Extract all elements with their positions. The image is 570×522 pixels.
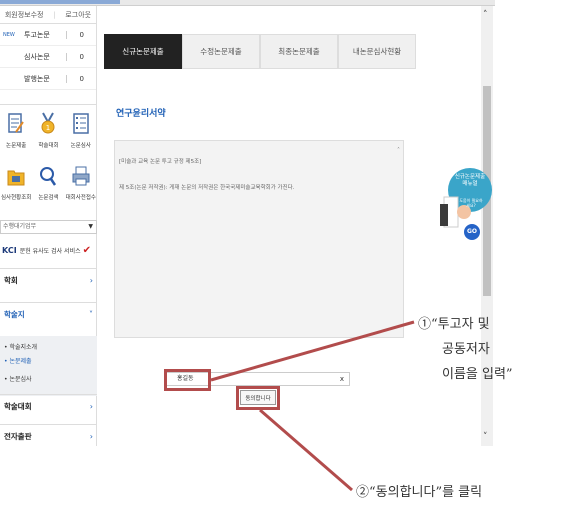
menu-journal[interactable]: 학술지 ˅: [0, 302, 97, 326]
logout-link[interactable]: 로그아웃: [65, 10, 91, 20]
count-row-submitted[interactable]: NEW 투고논문 0: [0, 24, 96, 46]
quick-review[interactable]: 논문심사: [65, 111, 97, 157]
quick-label: 학술대회: [38, 143, 59, 149]
menu-label: 학술대회: [4, 402, 32, 411]
agreement-line: 제 5조(논문 저작권): 게재 논문의 저작권은 한국국제미술교육학회가 가진…: [119, 185, 295, 191]
chevron-right-icon: ›: [89, 276, 93, 285]
banner-sub: 도움이 필요하세요?: [459, 198, 483, 208]
count-label: 투고논문: [24, 30, 50, 39]
callout-step2: ②“동의합니다”를 클릭: [356, 485, 483, 500]
go-badge: GO: [467, 228, 478, 235]
search-icon: [38, 163, 58, 189]
journal-submenu: • 학술지소개 • 논문제출 • 논문심사: [0, 336, 97, 396]
manual-banner[interactable]: 신규논문제출 매뉴얼 도움이 필요하세요? GO: [434, 152, 492, 248]
quick-preregistration[interactable]: 대회사전접수: [65, 163, 97, 209]
quick-label: 심사현황조회: [0, 195, 32, 201]
count-value: 0: [79, 74, 84, 83]
account-links: 회원정보수정 | 로그아웃: [0, 6, 96, 24]
menu-society[interactable]: 학회 ›: [0, 268, 97, 292]
medal-icon: 1: [38, 111, 58, 137]
tab-final-submission[interactable]: 최종논문제출: [260, 34, 338, 69]
quick-conference[interactable]: 1 학술대회: [32, 111, 64, 157]
quick-label: 대회사전접수: [65, 195, 96, 201]
submenu-paper-review[interactable]: • 논문심사: [4, 374, 32, 383]
quick-paper-submit[interactable]: 논문제출: [0, 111, 32, 157]
sidebar: 회원정보수정 | 로그아웃 NEW 투고논문 0 심사논문 0 발행논문 0 논…: [0, 6, 97, 446]
svg-text:1: 1: [46, 124, 50, 132]
count-row-published[interactable]: 발행논문 0: [0, 68, 96, 90]
highlight-agree-button: [236, 386, 280, 410]
menu-e-publishing[interactable]: 전자출판 ›: [0, 424, 97, 448]
count-value: 0: [79, 30, 84, 39]
submenu-journal-intro[interactable]: • 학술지소개: [4, 342, 37, 351]
edit-profile-link[interactable]: 회원정보수정: [5, 10, 44, 20]
submission-tabs: 신규논문제출 수정논문제출 최종논문제출 내논문심사현황: [104, 34, 416, 69]
quick-label: 논문심사: [70, 143, 91, 149]
kci-similarity-service[interactable]: KCI 문헌 유사도 검사 서비스 ✔: [2, 242, 94, 258]
count-label: 발행논문: [24, 74, 50, 83]
kci-label: 문헌 유사도 검사 서비스: [19, 247, 81, 255]
menu-conference[interactable]: 학술대회 ›: [0, 394, 97, 418]
tab-revised-submission[interactable]: 수정논문제출: [182, 34, 260, 69]
menu-label: 학회: [4, 276, 18, 285]
task-select[interactable]: 수행대기업무 ▼: [0, 220, 97, 234]
screenshot: 회원정보수정 | 로그아웃 NEW 투고논문 0 심사논문 0 발행논문 0 논…: [0, 0, 570, 522]
highlight-name-input: [164, 369, 211, 391]
clear-icon[interactable]: x: [340, 373, 344, 385]
task-select-value: 수행대기업무: [3, 223, 37, 230]
count-label: 심사논문: [24, 52, 50, 61]
callout-step1-line1: ①“투고자 및: [418, 317, 490, 332]
banner-title: 신규논문제출 매뉴얼: [454, 174, 486, 187]
chevron-up-icon[interactable]: ˄: [483, 10, 488, 20]
agreement-textbox[interactable]: [미술과 교육 논문 투고 규정 제5조] 제 5조(논문 저작권): 게재 논…: [114, 140, 404, 338]
quick-label: 논문제출: [6, 143, 27, 149]
callout-step1-line2: 공동저자: [442, 342, 490, 357]
kci-logo: KCI: [2, 245, 17, 255]
new-badge: NEW: [3, 31, 15, 38]
chevron-down-icon: ˅: [89, 310, 93, 319]
tab-my-review-status[interactable]: 내논문심사현황: [338, 34, 416, 69]
tab-new-submission[interactable]: 신규논문제출: [104, 34, 182, 69]
page-title: 연구윤리서약: [116, 109, 166, 119]
folder-icon: [6, 163, 26, 189]
count-row-reviewing[interactable]: 심사논문 0: [0, 46, 96, 68]
callout-step1-line3: 이름을 입력”: [442, 367, 513, 382]
chevron-right-icon: ›: [89, 402, 93, 411]
printer-icon: [71, 163, 91, 189]
quick-search[interactable]: 논문검색: [32, 163, 64, 209]
list-icon: [71, 111, 91, 137]
menu-label: 전자출판: [4, 432, 32, 441]
menu-label: 학술지: [4, 310, 25, 319]
agreement-line: [미술과 교육 논문 투고 규정 제5조]: [119, 159, 202, 165]
chevron-down-icon[interactable]: ˅: [483, 432, 488, 442]
chevron-down-icon: ▼: [88, 223, 93, 230]
count-value: 0: [79, 52, 84, 61]
submenu-paper-submit[interactable]: • 논문제출: [4, 356, 32, 365]
chevron-right-icon: ›: [89, 432, 93, 441]
chevron-up-icon[interactable]: ˄: [397, 147, 400, 154]
quick-menu: 논문제출 1 학술대회 논문심사 심사현황조회 논문검색 대회사전접수: [0, 104, 97, 209]
quick-review-status[interactable]: 심사현황조회: [0, 163, 32, 209]
check-icon: ✔: [82, 244, 92, 256]
document-edit-icon: [6, 111, 26, 137]
quick-label: 논문검색: [38, 195, 59, 201]
